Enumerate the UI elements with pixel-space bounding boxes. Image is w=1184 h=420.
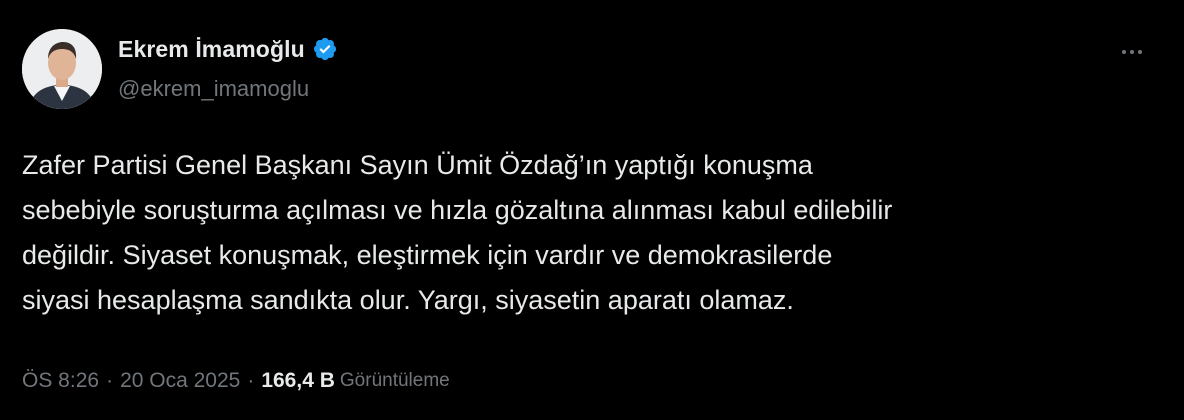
author-handle[interactable]: @ekrem_imamoglu xyxy=(118,76,309,102)
tweet-text-line: değildir. Siyaset konuşmak, eleştirmek i… xyxy=(22,240,833,270)
tweet-text: Zafer Partisi Genel Başkanı Sayın Ümit Ö… xyxy=(22,143,1162,323)
views-count[interactable]: 166,4 B xyxy=(261,369,335,393)
views-label: Görüntüleme xyxy=(339,370,450,391)
tweet-text-line: siyasi hesaplaşma sandıkta olur. Yargı, … xyxy=(22,285,794,315)
separator: · xyxy=(247,369,255,392)
verified-badge-icon[interactable] xyxy=(312,36,338,62)
more-options-icon[interactable] xyxy=(1112,40,1152,64)
tweet-time[interactable]: ÖS 8:26 xyxy=(22,369,99,393)
dot xyxy=(1122,50,1126,54)
author-name-row: Ekrem İmamoğlu xyxy=(118,34,338,64)
tweet-text-line: Zafer Partisi Genel Başkanı Sayın Ümit Ö… xyxy=(22,150,813,180)
separator: · xyxy=(106,369,114,392)
author-display-name[interactable]: Ekrem İmamoğlu xyxy=(118,36,305,63)
tweet-text-line: sebebiyle soruşturma açılması ve hızla g… xyxy=(22,195,893,225)
dot xyxy=(1138,50,1142,54)
tweet-card: Ekrem İmamoğlu @ekrem_imamoglu Zafer Par… xyxy=(0,0,1184,420)
tweet-date[interactable]: 20 Oca 2025 xyxy=(120,369,240,393)
dot xyxy=(1130,50,1134,54)
tweet-metadata: ÖS 8:26 · 20 Oca 2025 · 166,4 B Görüntül… xyxy=(22,369,450,393)
avatar[interactable] xyxy=(22,29,102,109)
